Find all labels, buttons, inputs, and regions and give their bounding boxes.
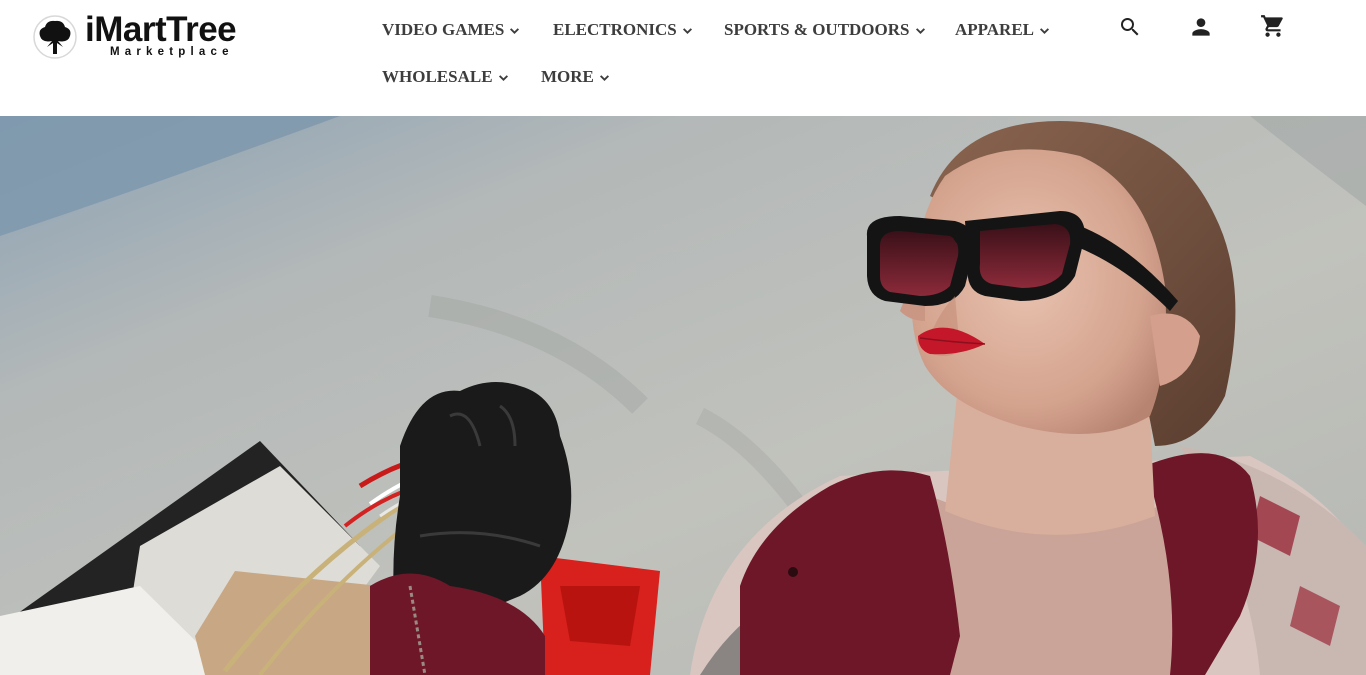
nav-more[interactable]: MORE [541,66,610,88]
hero-banner [0,116,1366,675]
nav-label: WHOLESALE [382,67,493,86]
account-button[interactable] [1188,14,1214,40]
chevron-down-icon [599,72,610,83]
search-icon [1121,18,1139,36]
chevron-down-icon [915,25,926,36]
nav-label: VIDEO GAMES [382,20,505,39]
nav-wholesale[interactable]: WHOLESALE [382,66,509,88]
nav-sports-outdoors[interactable]: SPORTS & OUTDOORS [724,19,926,41]
chevron-down-icon [498,72,509,83]
nav-label: SPORTS & OUTDOORS [724,20,910,39]
site-header: iMartTree Marketplace VIDEO GAMES ELECTR… [0,0,1366,116]
cart-icon [1261,15,1283,37]
tree-logo-icon [33,15,77,59]
nav-label: ELECTRONICS [553,20,677,39]
cart-button[interactable] [1260,13,1286,39]
hero-image [0,116,1366,675]
nav-video-games[interactable]: VIDEO GAMES [382,19,520,41]
brand-tagline: Marketplace [110,46,234,58]
person-icon [1192,18,1210,36]
chevron-down-icon [682,25,693,36]
nav-electronics[interactable]: ELECTRONICS [553,19,693,41]
chevron-down-icon [509,25,520,36]
chevron-down-icon [1039,25,1050,36]
nav-label: APPAREL [955,20,1035,39]
brand-logo[interactable]: iMartTree Marketplace [32,10,324,60]
nav-label: MORE [541,67,594,86]
nav-apparel[interactable]: APPAREL [955,19,1050,41]
search-button[interactable] [1117,14,1143,40]
